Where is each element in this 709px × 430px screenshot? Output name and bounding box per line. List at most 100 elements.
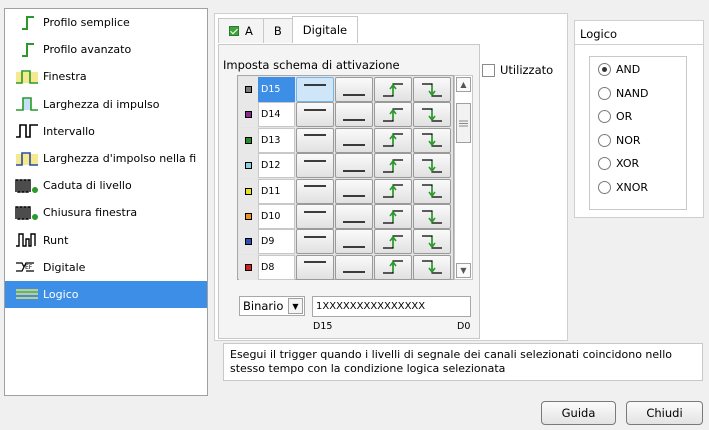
- falling-edge-button[interactable]: [413, 229, 451, 255]
- falling-edge-button[interactable]: [413, 178, 451, 204]
- rising-edge-button[interactable]: [374, 127, 412, 153]
- tab-a[interactable]: A: [218, 18, 264, 43]
- falling-edge-button[interactable]: [413, 127, 451, 153]
- high-level-button[interactable]: [296, 254, 334, 280]
- falling-edge-icon: [422, 235, 442, 249]
- trigger-item-label: Finestra: [43, 70, 87, 84]
- scroll-up-button[interactable]: ▲: [456, 77, 471, 92]
- high-level-icon: [304, 236, 326, 238]
- logic-radio-or[interactable]: OR: [598, 110, 632, 123]
- high-level-button[interactable]: [296, 153, 334, 179]
- rising-edge-button[interactable]: [374, 153, 412, 179]
- channel-name[interactable]: D9: [258, 229, 295, 255]
- trigger-type-list[interactable]: Profilo semplice Profilo avanzato Finestra…: [4, 8, 208, 396]
- utilizzato-checkbox[interactable]: Utilizzato: [482, 63, 553, 77]
- falling-edge-button[interactable]: [413, 204, 451, 229]
- low-level-button[interactable]: [335, 254, 373, 280]
- channel-row: D13: [239, 127, 454, 153]
- tab-strip: A B Digitale: [218, 16, 359, 43]
- rising-edge-button[interactable]: [374, 102, 412, 128]
- grid-scrollbar[interactable]: ▲ ▼: [454, 75, 473, 280]
- low-level-button[interactable]: [335, 229, 373, 255]
- radio-circle[interactable]: [598, 63, 611, 76]
- falling-edge-button[interactable]: [413, 254, 451, 280]
- low-level-icon: [343, 195, 365, 197]
- channel-name[interactable]: D8: [258, 254, 295, 280]
- format-select[interactable]: Binario ▼: [239, 296, 305, 316]
- tab-b[interactable]: B: [262, 18, 293, 43]
- trigger-item-label: Chiusura finestra: [43, 206, 138, 220]
- rising-edge-button[interactable]: [374, 77, 412, 102]
- rising-edge-button[interactable]: [374, 204, 412, 229]
- tab-digitale[interactable]: Digitale: [291, 16, 359, 43]
- rising-edge-button[interactable]: [374, 254, 412, 280]
- channel-name[interactable]: D11: [258, 178, 295, 204]
- high-level-button[interactable]: [296, 77, 334, 102]
- radio-circle[interactable]: [598, 86, 611, 100]
- low-level-button[interactable]: [335, 127, 373, 153]
- trigger-item-label: Profilo semplice: [43, 16, 130, 30]
- trigger-item[interactable]: Profilo semplice: [5, 9, 207, 36]
- falling-edge-icon: [422, 133, 442, 147]
- channel-name[interactable]: D10: [258, 204, 295, 229]
- low-level-button[interactable]: [335, 102, 373, 128]
- trigger-item[interactable]: Chiusura finestra: [5, 199, 207, 226]
- high-level-icon: [304, 261, 326, 263]
- radio-circle[interactable]: [598, 180, 611, 194]
- utilizzato-box[interactable]: [482, 63, 495, 77]
- high-level-button[interactable]: [296, 229, 334, 255]
- logic-radio-nand[interactable]: NAND: [598, 86, 649, 100]
- high-level-button[interactable]: [296, 127, 334, 153]
- rising-edge-button[interactable]: [374, 178, 412, 204]
- logic-radio-xor[interactable]: XOR: [598, 157, 639, 170]
- rising-edge-icon: [383, 260, 403, 274]
- channel-color-cell: [239, 229, 258, 255]
- digital-icon: EF: [16, 262, 34, 272]
- falling-edge-button[interactable]: [413, 102, 451, 128]
- radio-circle[interactable]: [598, 110, 611, 123]
- high-level-button[interactable]: [296, 204, 334, 229]
- high-level-button[interactable]: [296, 178, 334, 204]
- trigger-item[interactable]: Larghezza di impulso: [5, 91, 207, 118]
- channel-name[interactable]: D12: [258, 153, 295, 179]
- trigger-item[interactable]: Runt: [5, 227, 207, 254]
- low-level-icon: [343, 246, 365, 248]
- trigger-item[interactable]: Profilo avanzato: [5, 36, 207, 63]
- pattern-title: Imposta schema di attivazione: [223, 58, 400, 72]
- falling-edge-button[interactable]: [413, 153, 451, 179]
- trigger-item[interactable]: Intervallo: [5, 118, 207, 145]
- radio-circle[interactable]: [598, 133, 611, 147]
- trigger-item[interactable]: EF Digitale: [5, 254, 207, 281]
- channel-color-swatch: [245, 136, 252, 144]
- channel-name[interactable]: D13: [258, 127, 295, 153]
- trigger-item[interactable]: Logico: [5, 280, 207, 309]
- help-button[interactable]: Guida: [541, 401, 616, 425]
- scroll-thumb[interactable]: [456, 103, 471, 143]
- channel-name[interactable]: D15: [258, 77, 295, 102]
- channel-row: D14: [239, 102, 454, 128]
- trigger-item-label: Runt: [43, 233, 69, 247]
- scroll-down-button[interactable]: ▼: [456, 263, 471, 278]
- logic-radio-label: NAND: [616, 86, 649, 100]
- trigger-item[interactable]: Larghezza d'impolso nella fi: [5, 145, 207, 172]
- high-level-button[interactable]: [296, 102, 334, 128]
- trigger-item[interactable]: Finestra: [5, 63, 207, 90]
- low-level-button[interactable]: [335, 204, 373, 229]
- logic-radio-and[interactable]: AND: [598, 63, 640, 76]
- falling-edge-button[interactable]: [413, 77, 451, 102]
- chevron-down-icon[interactable]: ▼: [288, 298, 303, 314]
- logic-radio-xnor[interactable]: XNOR: [598, 180, 648, 194]
- radio-circle[interactable]: [598, 157, 611, 170]
- channel-name[interactable]: D14: [258, 102, 295, 128]
- logic-radio-nor[interactable]: NOR: [598, 133, 641, 147]
- low-level-button[interactable]: [335, 153, 373, 179]
- channel-row: D15: [239, 77, 454, 102]
- utilizzato-label: Utilizzato: [500, 63, 554, 77]
- tab-a-checkbox[interactable]: [229, 26, 239, 36]
- low-level-button[interactable]: [335, 77, 373, 102]
- pattern-input[interactable]: 1XXXXXXXXXXXXXXX: [312, 296, 471, 317]
- trigger-item[interactable]: Caduta di livello: [5, 172, 207, 199]
- rising-edge-button[interactable]: [374, 229, 412, 255]
- close-button[interactable]: Chiudi: [626, 401, 703, 425]
- low-level-button[interactable]: [335, 178, 373, 204]
